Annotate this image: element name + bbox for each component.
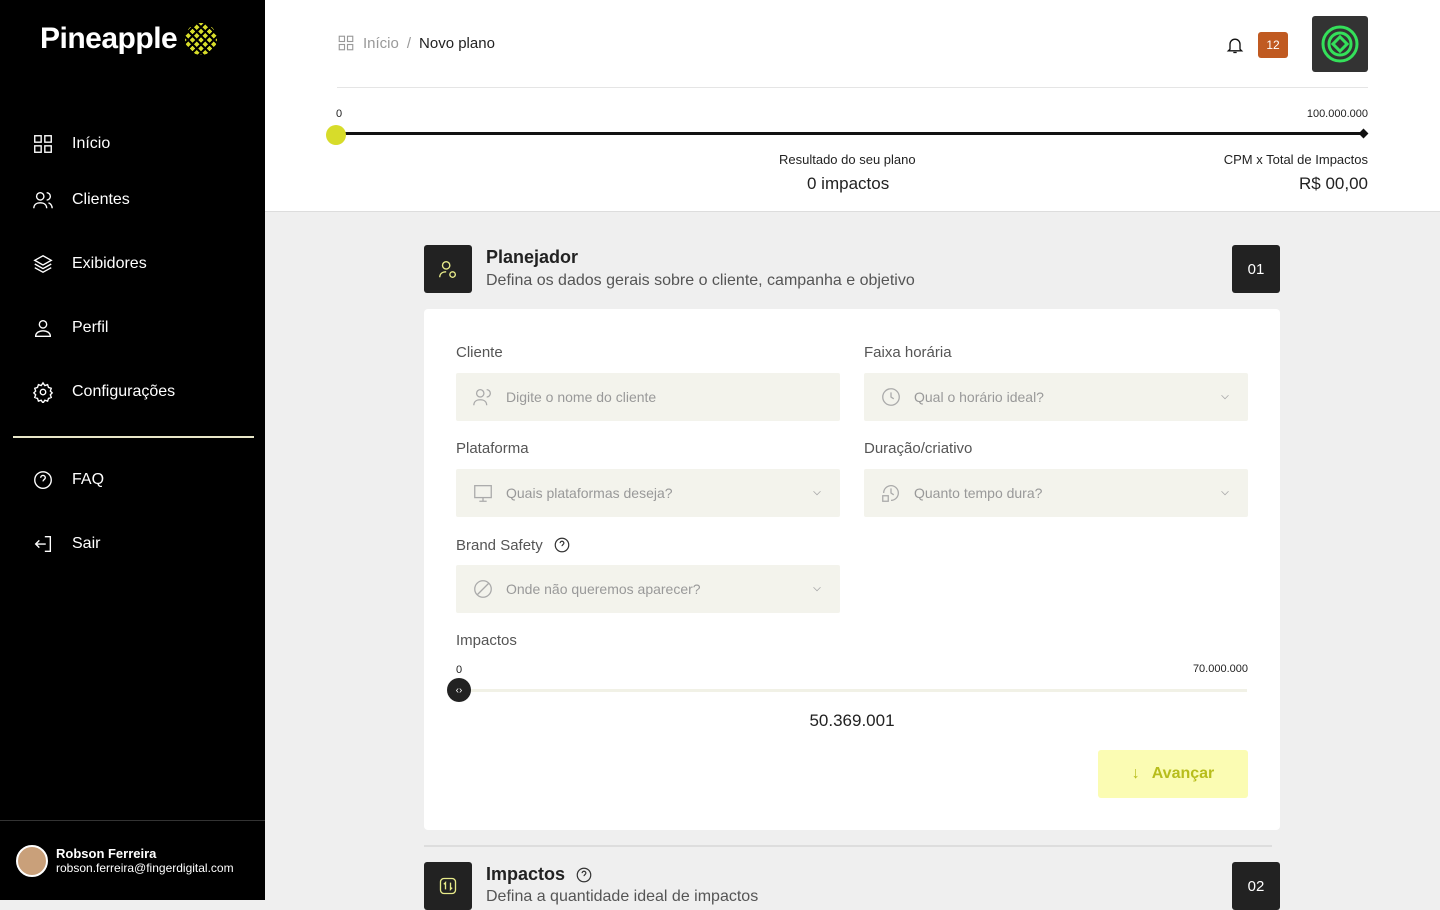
- plan-slider-track[interactable]: [337, 132, 1364, 135]
- avatar: [16, 844, 48, 877]
- planner-card: Cliente Digite o nome do cliente Faixa h…: [424, 309, 1280, 830]
- chevron-down-icon: [1221, 490, 1229, 496]
- plan-min: 0: [336, 108, 343, 120]
- gear-icon: [32, 381, 54, 403]
- sidebar: Pineapple Início Clientes Exibidores Per…: [0, 0, 265, 900]
- impactos-value: 50.369.001: [809, 711, 895, 730]
- target-icon: [1321, 25, 1359, 63]
- section-subtitle: Defina a quantidade ideal de impactos: [486, 888, 759, 905]
- step-number: 01: [1232, 245, 1280, 293]
- button-label: Avançar: [1151, 765, 1215, 782]
- duracao-select[interactable]: Quanto tempo dura?: [864, 469, 1248, 517]
- impactos-slider-track[interactable]: [459, 689, 1247, 692]
- user-icon: [34, 319, 52, 337]
- bell-icon[interactable]: [1225, 34, 1245, 56]
- field-label: Plataforma: [456, 440, 529, 457]
- brand-logo[interactable]: [1312, 16, 1368, 72]
- block-icon: [474, 580, 492, 598]
- header: Início / Novo plano 12 0 100.000.000 Resu…: [265, 0, 1440, 212]
- breadcrumb: Início / Novo plano: [337, 34, 495, 52]
- sidebar-item-perfil[interactable]: Perfil: [32, 317, 108, 339]
- field-label: Impactos: [456, 632, 517, 649]
- field-label: Brand Safety: [456, 536, 543, 554]
- section-subtitle: Defina os dados gerais sobre o cliente, …: [486, 272, 915, 289]
- grid-icon: [338, 35, 354, 51]
- impactos-icon: [424, 862, 472, 910]
- placeholder: Onde não queremos aparecer?: [506, 581, 701, 597]
- pineapple-icon: [185, 23, 218, 55]
- breadcrumb-current: Novo plano: [419, 34, 495, 52]
- cliente-input[interactable]: Digite o nome do cliente: [456, 373, 840, 421]
- users-icon: [33, 191, 53, 209]
- arrow-down-icon: ↓: [1131, 765, 1140, 782]
- sidebar-item-sair[interactable]: Sair: [32, 533, 100, 555]
- sidebar-item-label: Início: [72, 135, 111, 152]
- result-label: Resultado do seu plano: [779, 152, 916, 167]
- help-icon[interactable]: [575, 866, 593, 884]
- cpm-label: CPM x Total de Impactos: [1223, 152, 1368, 167]
- impactos-max: 70.000.000: [1192, 663, 1248, 675]
- user-profile[interactable]: Robson Ferreira robson.ferreira@fingerdig…: [0, 820, 265, 900]
- sidebar-item-faq[interactable]: FAQ: [32, 469, 104, 491]
- logout-icon: [34, 535, 52, 553]
- sidebar-item-label: Perfil: [72, 319, 109, 336]
- impactos-slider-knob[interactable]: ‹›: [447, 678, 471, 702]
- logo-text: Pineapple: [40, 22, 178, 55]
- step-number: 02: [1232, 862, 1280, 910]
- notification-badge[interactable]: 12: [1258, 32, 1288, 58]
- timer-icon: [882, 485, 899, 502]
- sidebar-divider: [13, 436, 254, 438]
- placeholder: Quanto tempo dura?: [914, 485, 1043, 501]
- section-title: Impactos: [486, 864, 566, 884]
- chevron-down-icon: [813, 490, 821, 496]
- help-icon: [34, 471, 52, 489]
- sidebar-item-exibidores[interactable]: Exibidores: [32, 253, 147, 275]
- field-label: Duração/criativo: [864, 440, 973, 457]
- sidebar-item-label: Clientes: [72, 191, 130, 208]
- faixa-horaria-select[interactable]: Qual o horário ideal?: [864, 373, 1248, 421]
- grid-icon: [34, 135, 52, 153]
- chevron-down-icon: [813, 586, 821, 592]
- user-email: robson.ferreira@fingerdigital.com: [56, 861, 234, 875]
- sidebar-item-label: Exibidores: [72, 255, 147, 272]
- section-title: Planejador: [486, 247, 579, 267]
- user-name: Robson Ferreira: [56, 846, 157, 861]
- breadcrumb-inicio[interactable]: Início: [363, 35, 399, 52]
- layers-icon: [33, 254, 53, 274]
- cpm-value: R$ 00,00: [1299, 174, 1368, 193]
- help-icon[interactable]: [553, 536, 571, 554]
- avancar-button[interactable]: ↓ Avançar: [1098, 750, 1248, 798]
- planner-icon: [424, 245, 472, 293]
- impactos-min: 0: [456, 664, 463, 676]
- field-label: Cliente: [456, 344, 503, 361]
- plan-max: 100.000.000: [1306, 108, 1368, 120]
- sidebar-item-label: Configurações: [72, 383, 176, 400]
- clock-icon: [882, 388, 900, 406]
- sidebar-item-configuracoes[interactable]: Configurações: [32, 381, 175, 403]
- sidebar-item-inicio[interactable]: Início: [32, 133, 110, 155]
- slider-end: [1358, 128, 1369, 139]
- logo[interactable]: Pineapple: [40, 22, 218, 56]
- sidebar-item-label: Sair: [72, 535, 101, 552]
- result-value: 0 impactos: [807, 174, 890, 193]
- field-label: Faixa horária: [864, 344, 952, 361]
- monitor-icon: [474, 485, 492, 502]
- section-title-wrap: Impactos: [486, 864, 593, 885]
- plataforma-select[interactable]: Quais plataformas deseja?: [456, 469, 840, 517]
- divider: [337, 87, 1368, 88]
- placeholder: Digite o nome do cliente: [506, 389, 657, 405]
- plan-slider-knob[interactable]: [326, 125, 346, 145]
- placeholder: Qual o horário ideal?: [914, 389, 1044, 405]
- chevron-down-icon: [1221, 394, 1229, 400]
- sidebar-item-clientes[interactable]: Clientes: [32, 189, 130, 211]
- brand-safety-label: Brand Safety: [456, 536, 571, 554]
- brand-safety-select[interactable]: Onde não queremos aparecer?: [456, 565, 840, 613]
- users-icon: [473, 389, 491, 406]
- divider: [424, 845, 1272, 847]
- sidebar-item-label: FAQ: [72, 471, 105, 488]
- placeholder: Quais plataformas deseja?: [506, 485, 673, 501]
